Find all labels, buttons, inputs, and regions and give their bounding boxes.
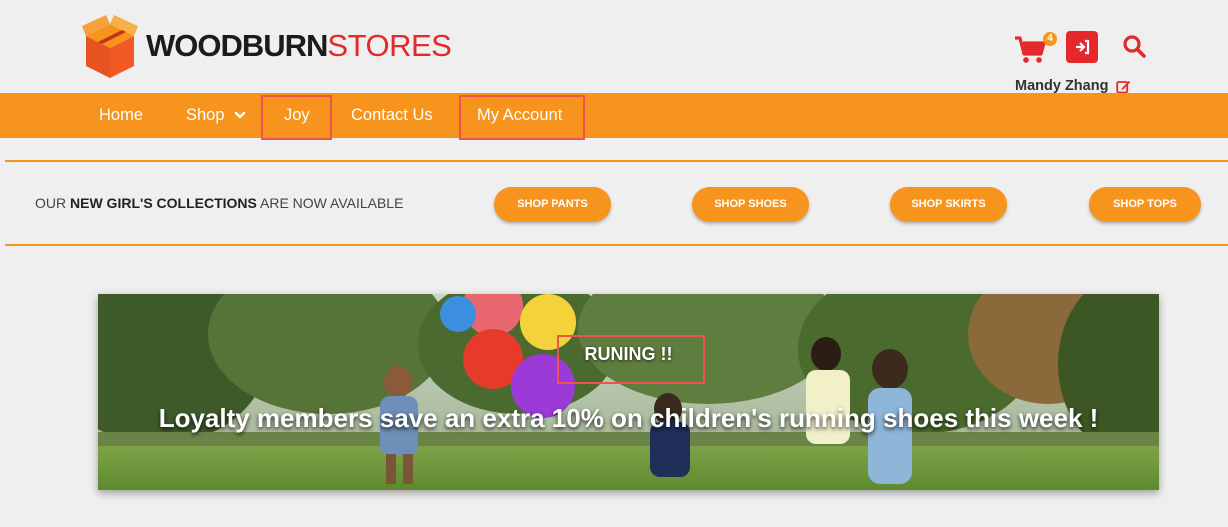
shop-pants-button[interactable]: SHOP PANTS — [494, 187, 611, 222]
brand-name-light: STORES — [327, 28, 452, 63]
logout-button[interactable] — [1066, 31, 1098, 63]
shop-shoes-button[interactable]: SHOP SHOES — [692, 187, 809, 222]
nav-shop[interactable]: Shop — [186, 93, 246, 138]
chevron-down-icon — [234, 111, 246, 118]
edit-icon[interactable] — [1116, 79, 1131, 94]
hero-headline: Loyalty members save an extra 10% on chi… — [158, 403, 1099, 433]
divider-top — [5, 160, 1228, 162]
promo-text-bold: NEW GIRL'S COLLECTIONS — [70, 195, 257, 211]
nav-shop-label: Shop — [186, 106, 225, 124]
site-header: WOODBURNSTORES 4 Mandy Zhang — [0, 0, 1228, 94]
shop-tops-button[interactable]: SHOP TOPS — [1089, 187, 1201, 222]
highlight-runing — [557, 335, 705, 384]
cart-icon — [1015, 36, 1046, 63]
logout-icon — [1076, 39, 1090, 55]
user-name: Mandy Zhang — [1015, 78, 1109, 94]
shop-skirts-button[interactable]: SHOP SKIRTS — [890, 187, 1007, 222]
main-nav: Home Shop Joy Contact Us My Account — [0, 93, 1228, 138]
hero-banner[interactable]: RUNING !! Loyalty members save an extra … — [98, 294, 1159, 490]
hero-photo — [98, 294, 1159, 490]
cart-count-badge: 4 — [1043, 32, 1057, 46]
promo-text-prefix: OUR — [35, 195, 70, 211]
nav-my-account[interactable]: My Account — [477, 93, 562, 138]
nav-joy[interactable]: Joy — [284, 93, 310, 138]
brand-logo[interactable]: WOODBURNSTORES — [80, 12, 452, 84]
search-button[interactable] — [1121, 33, 1151, 63]
promo-text: OUR NEW GIRL'S COLLECTIONS ARE NOW AVAIL… — [35, 195, 403, 211]
box-logo-icon — [82, 15, 138, 78]
promo-text-suffix: ARE NOW AVAILABLE — [256, 195, 404, 211]
nav-home[interactable]: Home — [99, 93, 143, 138]
divider-bottom — [5, 244, 1228, 246]
brand-name-bold: WOODBURN — [146, 28, 328, 63]
nav-contact-us[interactable]: Contact Us — [351, 93, 433, 138]
search-icon — [1123, 35, 1146, 58]
cart-button[interactable]: 4 — [1013, 28, 1057, 64]
